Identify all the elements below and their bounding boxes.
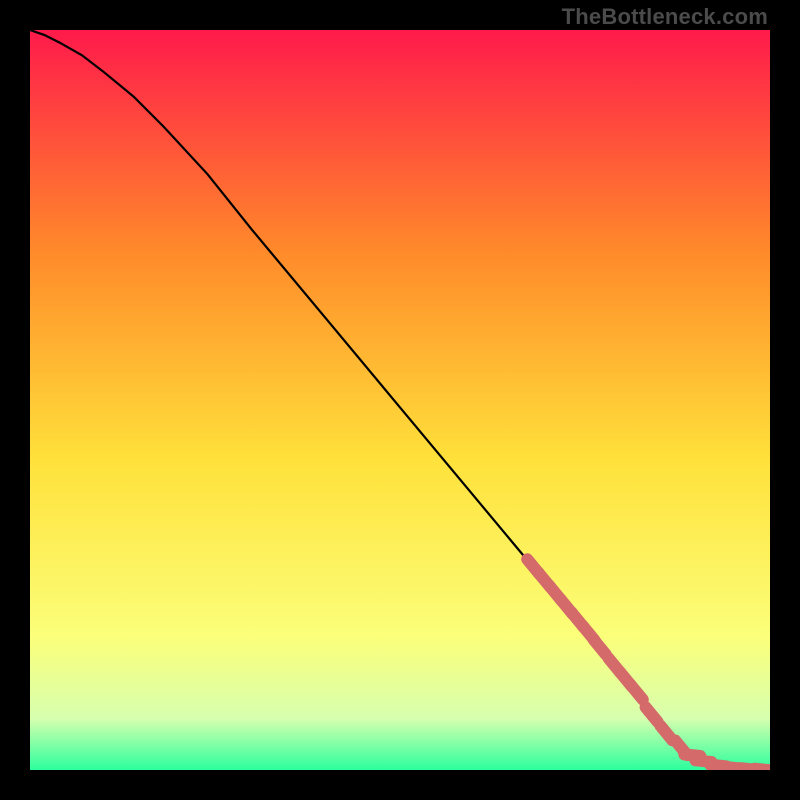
gradient-background xyxy=(30,30,770,770)
chart-svg xyxy=(30,30,770,770)
plot-area xyxy=(30,30,770,770)
watermark-text: TheBottleneck.com xyxy=(562,4,768,30)
data-point xyxy=(755,769,770,770)
chart-frame: TheBottleneck.com xyxy=(0,0,800,800)
